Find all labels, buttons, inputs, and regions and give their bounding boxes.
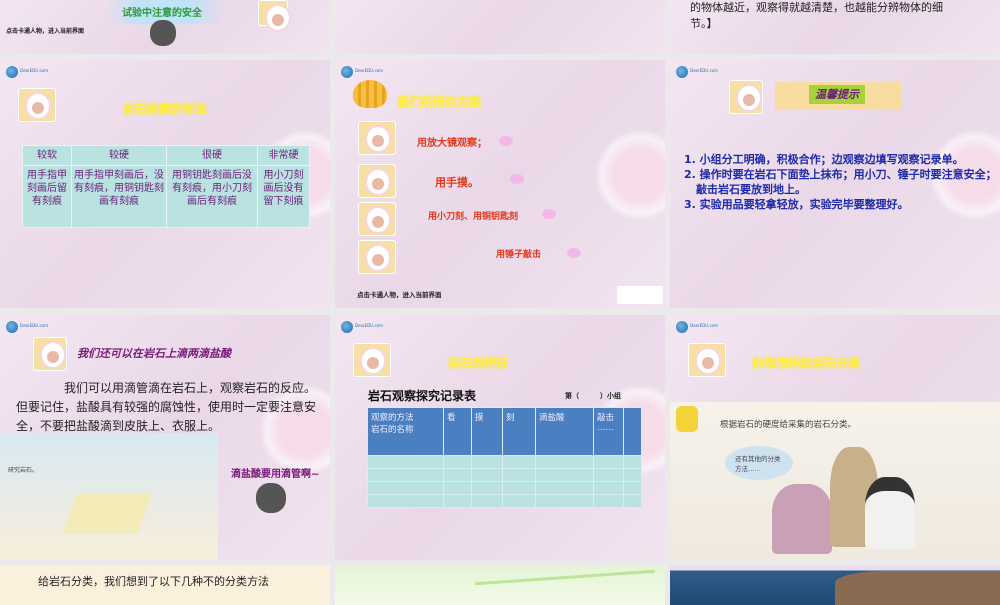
slide-9[interactable]: DearEDU.com 你想怎样给岩石分类 根据岩石的硬度给采集的岩石分类。 还… (670, 315, 1000, 560)
header-cell: 滴盐酸 (535, 407, 594, 456)
boot-character-icon (676, 406, 698, 432)
textbook-photo: 根据岩石的硬度给采集的岩石分类。 还有其他的分类方法…… (670, 402, 1000, 560)
paw-icon (510, 174, 524, 184)
header-cell: 较硬 (71, 145, 167, 166)
logo: DearEDU.com (341, 66, 386, 78)
header-cell: 较软 (22, 145, 72, 166)
sheep-avatar-icon[interactable] (258, 0, 289, 30)
header-cell: 非常硬 (257, 145, 310, 166)
group-label: 第（ ）小组 (565, 392, 621, 400)
slide-title: 岩石的特征 (448, 356, 509, 370)
slide-11[interactable] (335, 565, 665, 605)
hardness-table: 较软 较硬 很硬 非常硬 用手指甲刻画后留有刻痕 用手指甲刻画后，没有刻痕，用铜钥匙刻画… (22, 145, 310, 228)
tips-list: 1. 小组分工明确，积极合作；边观察边填写观察记录单。 2. 操作时要在岩石下面… (684, 152, 999, 212)
slide-7[interactable]: DearEDU.com 我们还可以在岩石上滴两滴盐酸 我们可以用滴管滴在岩石上，… (0, 315, 330, 560)
header-cell: 刻 (502, 407, 536, 456)
slide-body: 的物体越近，观察得就越清楚，也越能分辨物体的细节。】 (690, 1, 943, 30)
header-cell: 观察的方法 岩石的名称 (367, 407, 444, 456)
slide-body: 我们可以用滴管滴在岩石上，观察岩石的反应。但要记住，盐酸具有较强的腐蚀性，使用时… (16, 381, 317, 433)
logo: DearEDU.com (341, 321, 386, 333)
slide-title: 温馨提示 (809, 85, 865, 104)
tip-item: 2. 操作时要在岩石下面垫上抹布；用小刀、锤子时要注意安全；敲击岩石要放到地上。 (684, 168, 997, 196)
logo: DearEDU.com (6, 321, 51, 333)
sheep-avatar-icon[interactable] (358, 121, 396, 155)
caption: 滴盐酸要用滴管啊~ (231, 469, 320, 480)
sheep-avatar-icon[interactable] (358, 202, 396, 236)
header-cell: 很硬 (166, 145, 258, 166)
table-row (367, 494, 642, 508)
slide-12[interactable] (670, 565, 1000, 605)
slide-title: 我们还可以在岩石上滴两滴盐酸 (77, 347, 231, 360)
footer-hint: 点击卡通人物，进入当前界面 (357, 291, 442, 299)
table-cell: 用小刀刻画后没有留下刻痕 (257, 165, 310, 228)
slide-5[interactable]: DearEDU.com 我们的研究方案 用放大镜观察； 用手摸。 用小刀刻、用铜… (335, 60, 665, 308)
header-cell: 敲击 …… (593, 407, 624, 456)
sheep-avatar-icon[interactable] (729, 80, 763, 114)
wolf-character-icon[interactable] (150, 20, 176, 46)
table-cell: 用手指甲刻画后留有刻痕 (22, 165, 72, 228)
paw-icon (542, 209, 556, 219)
header-cell: 摸 (471, 407, 503, 456)
wolf-character-icon[interactable] (256, 483, 286, 513)
method-text: 用锤子敲击 (496, 250, 542, 260)
method-text: 用小刀刻、用铜钥匙刻 (428, 212, 519, 222)
table-cell: 用铜钥匙刻画后没有刻痕，用小刀刻画后有刻痕 (166, 165, 258, 228)
paw-icon (499, 136, 513, 146)
slide-6[interactable]: DearEDU.com 温馨提示 1. 小组分工明确，积极合作；边观察边填写观察… (670, 60, 1000, 308)
slide-3[interactable]: 的物体越近，观察得就越清楚，也越能分辨物体的细节。】 (670, 0, 1000, 54)
table-title: 岩石观察探究记录表 (368, 389, 477, 403)
paw-icon (567, 248, 581, 258)
logo: DearEDU.com (676, 321, 721, 333)
tip-item: 3. 实验用品要轻拿轻放，实验完毕要整理好。 (684, 198, 909, 211)
slide-title: 你想怎样给岩石分类 (752, 356, 861, 370)
method-text: 用手摸。 (435, 176, 479, 189)
slide-title: 我们的研究方案 (397, 95, 482, 109)
method-text: 用放大镜观察； (417, 138, 487, 149)
slide-8[interactable]: DearEDU.com 岩石的特征 岩石观察探究记录表 第（ ）小组 观察的方法… (335, 315, 665, 560)
leaf-decoration (475, 569, 655, 586)
logo: DearEDU.com (6, 66, 51, 78)
illustration-label: 研究岩石。 (8, 467, 39, 474)
table-row (367, 455, 642, 469)
header-cell (623, 407, 642, 456)
slide-title: 试验中注意的安全 (122, 8, 202, 19)
table-cell: 用手指甲刻画后，没有刻痕，用铜钥匙刻画有刻痕 (71, 165, 167, 228)
table-row (367, 468, 642, 482)
sheep-avatar-icon[interactable] (33, 337, 67, 371)
slide-2[interactable] (335, 0, 665, 54)
textbook-illustration: 研究岩石。 (0, 433, 218, 560)
balloon-icon (353, 80, 387, 108)
slide-10[interactable]: 给岩石分类，我们想到了以下几种不的分类方法 (0, 565, 330, 605)
photo-caption: 根据岩石的硬度给采集的岩石分类。 (720, 420, 857, 430)
sheep-avatar-icon[interactable] (688, 343, 726, 377)
table-row (367, 481, 642, 495)
slide-title: 岩石硬度的标准 (123, 102, 208, 116)
sheep-avatar-icon[interactable] (358, 240, 396, 274)
sheep-avatar-icon[interactable] (353, 343, 391, 377)
slide-body: 给岩石分类，我们想到了以下几种不的分类方法 (38, 575, 269, 588)
sheep-avatar-icon[interactable] (358, 164, 396, 198)
graduate-character-icon[interactable] (617, 286, 663, 304)
heart-decoration (595, 130, 665, 220)
table-drawing (62, 493, 153, 533)
slide-1[interactable]: 试验中注意的安全 点击卡通人物，进入当前界面 (0, 0, 330, 54)
logo: DearEDU.com (676, 66, 721, 78)
sheep-avatar-icon[interactable] (18, 88, 56, 122)
record-table: 观察的方法 岩石的名称看摸刻滴盐酸 敲击 …… (367, 407, 642, 508)
header-cell: 看 (443, 407, 472, 456)
child-figure (772, 484, 832, 554)
speech-bubble: 还有其他的分类方法…… (725, 446, 793, 480)
tip-item: 1. 小组分工明确，积极合作；边观察边填写观察记录单。 (684, 153, 964, 166)
child-figure (865, 477, 915, 549)
slide-4[interactable]: DearEDU.com 岩石硬度的标准 较软 较硬 很硬 非常硬 用手指甲刻画后留有刻… (0, 60, 330, 308)
footer-hint: 点击卡通人物，进入当前界面 (6, 28, 85, 35)
